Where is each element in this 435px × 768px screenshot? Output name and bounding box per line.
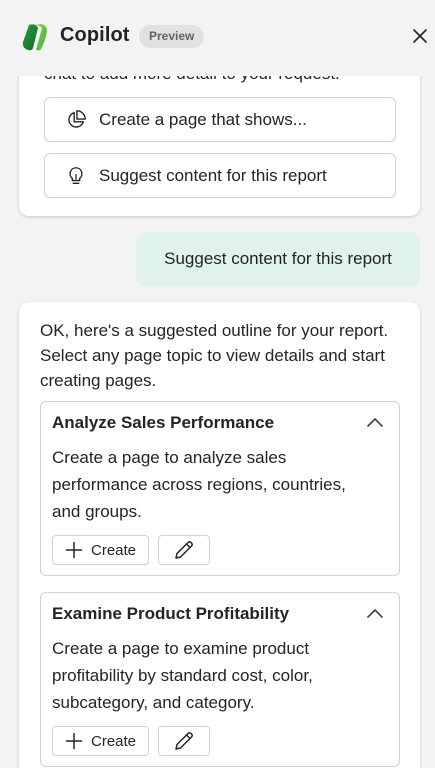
app-title: Copilot	[60, 24, 130, 46]
plus-icon	[65, 732, 83, 750]
create-button-label: Create	[91, 541, 137, 559]
create-page-button[interactable]: Create	[52, 535, 149, 565]
create-page-button[interactable]: Create	[52, 726, 149, 756]
pencil-icon	[175, 732, 193, 750]
pencil-icon	[175, 541, 193, 559]
copilot-logo-icon	[22, 24, 47, 51]
lightbulb-icon	[69, 166, 83, 184]
suggest-content-label: Suggest content for this report	[99, 165, 327, 185]
create-page-suggestion-button[interactable]: Create a page that shows...	[44, 97, 396, 142]
edit-topic-button[interactable]	[158, 726, 210, 756]
user-message-text: Suggest content for this report	[164, 249, 392, 268]
copilot-header: Copilot Preview	[0, 0, 435, 76]
response-intro-text: OK, here's a suggested outline for your …	[40, 321, 389, 390]
topic-description: Create a page to analyze sales performan…	[52, 448, 346, 521]
chevron-up-icon[interactable]	[366, 607, 384, 619]
user-message-bubble: Suggest content for this report	[136, 232, 420, 286]
chevron-up-icon[interactable]	[366, 416, 384, 428]
topic-card-profitability[interactable]: Examine Product Profitability Create a p…	[40, 592, 400, 767]
preview-badge: Preview	[139, 25, 205, 48]
pie-chart-icon	[68, 109, 86, 128]
topic-card-sales[interactable]: Analyze Sales Performance Create a page …	[40, 401, 400, 576]
topic-title: Analyze Sales Performance	[52, 413, 275, 432]
topic-description: Create a page to examine product profita…	[52, 639, 313, 712]
close-icon[interactable]	[410, 26, 430, 46]
edit-topic-button[interactable]	[158, 535, 210, 565]
suggest-content-button[interactable]: Suggest content for this report	[44, 153, 396, 198]
plus-icon	[65, 541, 83, 559]
topic-title: Examine Product Profitability	[52, 604, 290, 623]
create-page-suggestion-label: Create a page that shows...	[99, 109, 307, 129]
create-button-label: Create	[91, 732, 137, 750]
